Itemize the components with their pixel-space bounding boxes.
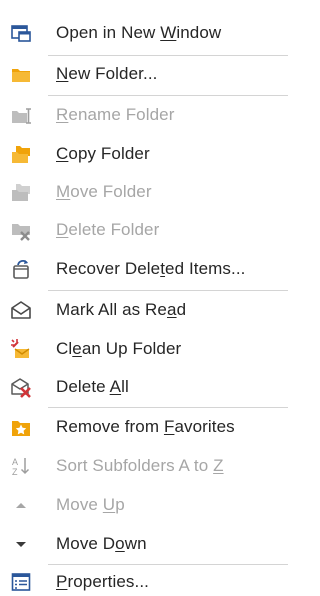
menu-item-new-folder[interactable]: New Folder... [0, 55, 288, 93]
menu-item-sort-subfolders[interactable]: A Z Sort Subfolders A to Z [0, 447, 288, 485]
menu-item-label: Move Up [56, 495, 125, 514]
menu-item-label: Delete Folder [56, 220, 160, 239]
menu-item-label: Recover Deleted Items... [56, 259, 246, 278]
menu-item-remove-from-favorites[interactable]: Remove from Favorites [0, 408, 288, 446]
menu-item-rename-folder[interactable]: Rename Folder [0, 96, 288, 134]
rename-folder-icon [10, 104, 32, 126]
menu-item-label: Move Down [56, 534, 147, 553]
menu-item-delete-folder[interactable]: Delete Folder [0, 211, 288, 249]
menu-item-label: Copy Folder [56, 144, 150, 163]
svg-text:A: A [12, 457, 18, 467]
new-folder-icon [10, 63, 32, 85]
copy-folder-icon [10, 143, 32, 165]
menu-item-delete-all[interactable]: Delete All [0, 368, 288, 406]
properties-icon [10, 571, 32, 593]
triangle-up-icon [10, 494, 32, 516]
folder-context-menu: Open in New Window New Folder... Rename … [0, 0, 288, 596]
menu-item-label: Remove from Favorites [56, 417, 235, 436]
new-window-icon [10, 22, 32, 44]
menu-item-move-down[interactable]: Move Down [0, 525, 288, 563]
delete-all-icon [10, 376, 32, 398]
menu-item-label: New Folder... [56, 64, 158, 83]
menu-item-recover-deleted-items[interactable]: Recover Deleted Items... [0, 250, 288, 288]
menu-item-label: Open in New Window [56, 23, 222, 42]
menu-item-label: Clean Up Folder [56, 339, 182, 358]
recover-items-icon [10, 258, 32, 280]
menu-item-label: Mark All as Read [56, 300, 187, 319]
menu-item-properties[interactable]: Properties... [0, 563, 288, 596]
triangle-down-icon [10, 533, 32, 555]
menu-item-move-up[interactable]: Move Up [0, 486, 288, 524]
menu-item-label: Move Folder [56, 182, 152, 201]
favorite-star-folder-icon [10, 416, 32, 438]
menu-item-copy-folder[interactable]: Copy Folder [0, 135, 288, 173]
menu-item-label: Properties... [56, 572, 149, 591]
sort-az-icon: A Z [10, 455, 32, 477]
menu-item-label: Sort Subfolders A to Z [56, 456, 224, 475]
menu-item-mark-all-as-read[interactable]: Mark All as Read [0, 291, 288, 329]
delete-folder-icon [10, 219, 32, 241]
move-folder-icon [10, 181, 32, 203]
menu-item-label: Rename Folder [56, 105, 175, 124]
menu-item-clean-up-folder[interactable]: Clean Up Folder [0, 330, 288, 368]
clean-up-icon [10, 338, 32, 360]
mark-read-envelope-icon [10, 299, 32, 321]
menu-item-label: Delete All [56, 377, 129, 396]
menu-item-open-in-new-window[interactable]: Open in New Window [0, 14, 288, 52]
menu-item-move-folder[interactable]: Move Folder [0, 173, 288, 211]
svg-text:Z: Z [12, 467, 18, 477]
